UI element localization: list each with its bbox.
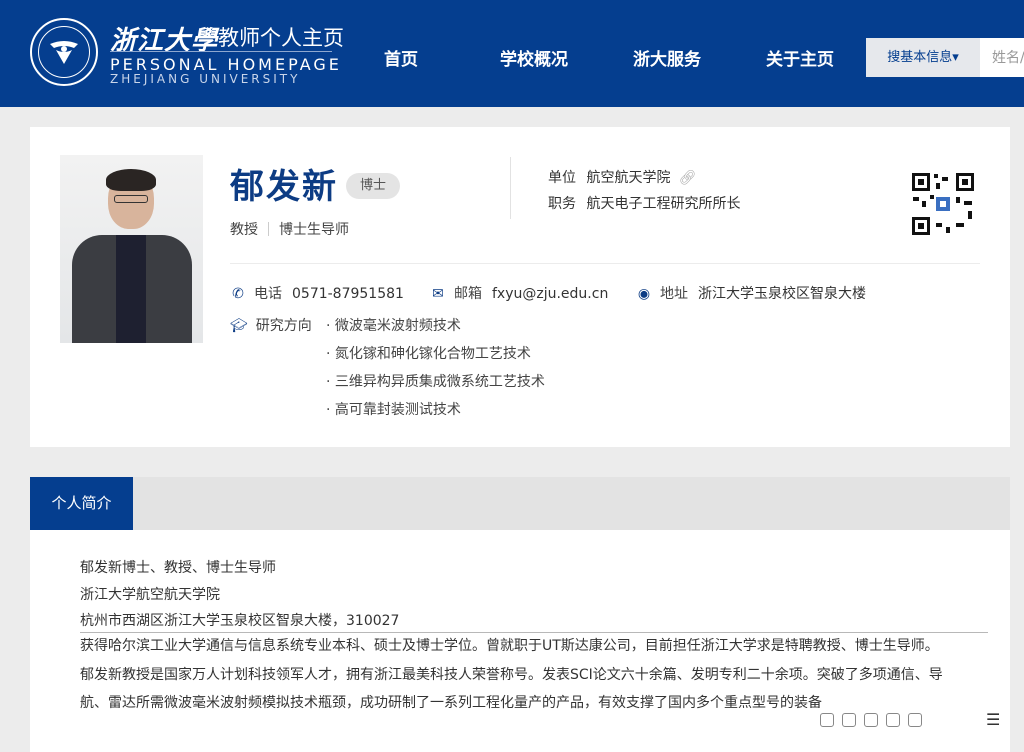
- title-row: 教授 博士生导师: [230, 219, 349, 239]
- toolbar-box-icon[interactable]: [842, 713, 856, 727]
- address-value: 浙江大学玉泉校区智泉大楼: [698, 286, 866, 302]
- unit-row: 单位 航空航天学院 🔗︎: [548, 167, 696, 187]
- nav-about[interactable]: 关于主页: [766, 45, 834, 70]
- degree-badge: 博士: [346, 173, 400, 199]
- intro-line: 郁发新博士、教授、博士生导师: [80, 560, 276, 576]
- research-row: 🎓︎ 研究方向: [230, 315, 312, 335]
- phone-value: 0571-87951581: [292, 286, 404, 302]
- phone-row: ✆ 电话 0571-87951581: [230, 283, 404, 303]
- paragraph-line: 获得哈尔滨工业大学通信与信息系统专业本科、硕士及博士学位。曾就职于UT斯达康公司…: [80, 638, 939, 654]
- intro-paragraph: 获得哈尔滨工业大学通信与信息系统专业本科、硕士及博士学位。曾就职于UT斯达康公司…: [80, 632, 990, 718]
- site-header: 浙江大學 教师个人主页 PERSONAL HOMEPAGE ZHEJIANG U…: [0, 0, 1024, 107]
- university-name-en: ZHEJIANG UNIVERSITY: [110, 72, 301, 86]
- unit-label: 单位: [548, 170, 576, 186]
- profile-card: 郁发新 博士 教授 博士生导师 单位 航空航天学院 🔗︎ 职务 航天电子工程研究所所…: [30, 127, 1010, 447]
- graduation-cap-icon: 🎓︎: [230, 318, 248, 334]
- university-seal-logo[interactable]: [30, 18, 98, 86]
- toolbar-box-icon[interactable]: [820, 713, 834, 727]
- address-label: 地址: [660, 286, 688, 302]
- brand-divider: [110, 51, 332, 52]
- unit-value: 航空航天学院: [586, 170, 671, 186]
- nav-home[interactable]: 首页: [384, 45, 418, 70]
- supervisor-title: 博士生导师: [279, 222, 349, 238]
- intro-tab-bar: 个人简介: [30, 477, 1010, 530]
- email-label: 邮箱: [454, 286, 482, 302]
- menu-lines-icon[interactable]: ☰: [986, 710, 1000, 729]
- duty-row: 职务 航天电子工程研究所所长: [548, 193, 740, 213]
- tab-personal-intro[interactable]: 个人简介: [30, 477, 133, 530]
- link-icon[interactable]: 🔗︎: [678, 170, 696, 186]
- research-item: · 高可靠封装测试技术: [326, 402, 461, 418]
- search-type-label: 搜基本信息: [887, 50, 953, 65]
- photo-glasses: [114, 195, 148, 203]
- email-row: ✉ 邮箱 fxyu@zju.edu.cn: [430, 283, 608, 303]
- seal-emblem-icon: [50, 41, 78, 64]
- title-separator: [268, 222, 269, 236]
- research-label: 研究方向: [255, 318, 312, 334]
- intro-line: 浙江大学航空航天学院: [80, 587, 220, 603]
- nav-school-overview[interactable]: 学校概况: [500, 45, 568, 70]
- vertical-divider: [510, 157, 511, 219]
- duty-value: 航天电子工程研究所所长: [586, 196, 741, 212]
- teacher-name: 郁发新: [230, 167, 338, 207]
- mail-icon: ✉: [432, 286, 444, 302]
- qr-code-icon: [910, 171, 976, 237]
- search-type-select[interactable]: 搜基本信息▾: [866, 38, 980, 77]
- photo-shirt: [116, 235, 146, 343]
- location-pin-icon: ◉: [637, 286, 651, 302]
- research-item: · 微波毫米波射频技术: [326, 318, 461, 334]
- research-item: · 氮化镓和砷化镓化合物工艺技术: [326, 346, 531, 362]
- academic-title: 教授: [230, 222, 258, 238]
- research-item: · 三维异构异质集成微系统工艺技术: [326, 374, 545, 390]
- phone-label: 电话: [254, 286, 282, 302]
- toolbar-box-icon[interactable]: [886, 713, 900, 727]
- card-divider: [230, 263, 980, 264]
- reader-toolbar: ☰: [800, 708, 1010, 734]
- email-value[interactable]: fxyu@zju.edu.cn: [492, 286, 608, 302]
- address-row: ◉ 地址 浙江大学玉泉校区智泉大楼: [636, 283, 866, 303]
- nav-zju-services[interactable]: 浙大服务: [633, 45, 701, 70]
- toolbar-box-icon[interactable]: [864, 713, 878, 727]
- search-input[interactable]: [980, 38, 1024, 77]
- caret-down-icon: ▾: [952, 50, 959, 65]
- paragraph-line: 郁发新教授是国家万人计划科技领军人才，拥有浙江最美科技人荣誉称号。发表SCI论文…: [80, 666, 943, 683]
- phone-icon: ✆: [232, 286, 244, 302]
- toolbar-box-icon[interactable]: [908, 713, 922, 727]
- duty-label: 职务: [548, 196, 576, 212]
- site-title: 教师个人主页: [218, 26, 344, 50]
- intro-line: 杭州市西湖区浙江大学玉泉校区智泉大楼，310027: [80, 613, 400, 629]
- photo-hair: [106, 169, 156, 191]
- profile-photo: [60, 155, 203, 343]
